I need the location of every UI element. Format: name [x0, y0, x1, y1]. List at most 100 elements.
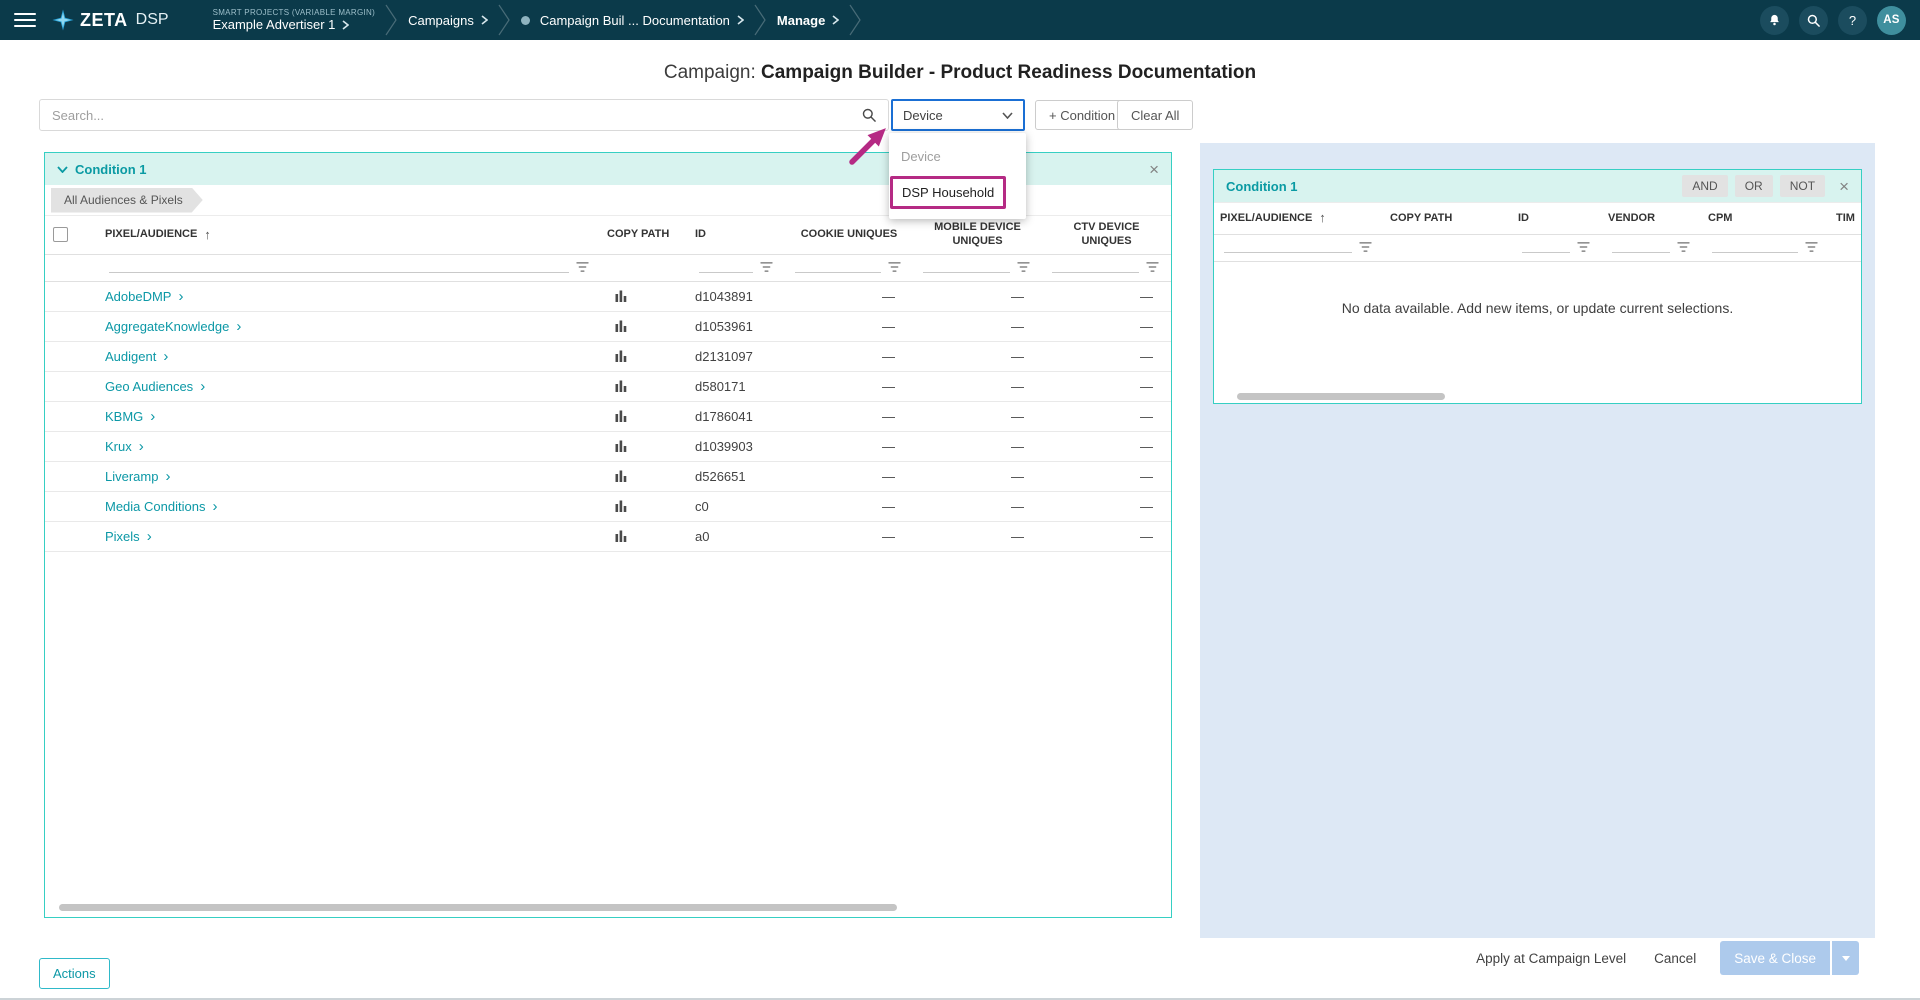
- menu-option-dsp-household[interactable]: DSP Household: [889, 173, 1026, 212]
- copy-path-icon[interactable]: [615, 500, 627, 512]
- filter-icon[interactable]: [1359, 242, 1372, 253]
- table-row[interactable]: Liveramp› d526651 — — —: [45, 461, 1171, 491]
- filter-input[interactable]: [923, 258, 1010, 273]
- operator-or-button[interactable]: OR: [1735, 175, 1773, 197]
- help-button[interactable]: ?: [1838, 6, 1867, 35]
- cookie-uniques-value: —: [785, 311, 913, 341]
- copy-path-icon[interactable]: [615, 470, 627, 482]
- column-header-cpm[interactable]: CPM: [1702, 203, 1830, 235]
- table-row[interactable]: Media Conditions› c0 — — —: [45, 491, 1171, 521]
- column-header-pixel-audience[interactable]: PIXEL/AUDIENCE↑: [99, 216, 601, 255]
- filter-input[interactable]: [1224, 238, 1352, 253]
- save-options-dropdown-button[interactable]: [1832, 941, 1859, 975]
- cancel-button[interactable]: Cancel: [1654, 951, 1696, 966]
- table-row[interactable]: Krux› d1039903 — — —: [45, 431, 1171, 461]
- copy-path-icon[interactable]: [615, 410, 627, 422]
- clear-all-button[interactable]: Clear All: [1117, 100, 1193, 130]
- global-search-button[interactable]: [1799, 6, 1828, 35]
- row-id: d1053961: [689, 311, 785, 341]
- breadcrumb-separator-icon: [385, 0, 398, 40]
- table-row[interactable]: Geo Audiences› d580171 — — —: [45, 371, 1171, 401]
- column-header-id[interactable]: ID: [1512, 203, 1602, 235]
- table-row[interactable]: Pixels› a0 — — —: [45, 521, 1171, 551]
- close-icon[interactable]: ×: [1149, 161, 1159, 178]
- mobile-uniques-value: —: [913, 281, 1042, 311]
- breadcrumb-advertiser[interactable]: SMART PROJECTS (VARIABLE MARGIN) Example…: [203, 0, 386, 40]
- copy-path-icon[interactable]: [615, 440, 627, 452]
- search-input[interactable]: [40, 108, 861, 123]
- filter-input[interactable]: [1052, 258, 1139, 273]
- column-header-ctv-device-uniques[interactable]: CTV DEVICE UNIQUES: [1042, 216, 1171, 255]
- zeta-dsp-logo[interactable]: ZETA DSP: [52, 9, 169, 31]
- breadcrumb-campaign[interactable]: Campaign Buil ... Documentation: [511, 0, 754, 40]
- select-all-checkbox[interactable]: [53, 227, 68, 242]
- audience-link[interactable]: Geo Audiences›: [105, 379, 205, 394]
- column-header-copy-path[interactable]: COPY PATH: [601, 216, 689, 255]
- breadcrumb-campaigns[interactable]: Campaigns: [398, 0, 498, 40]
- filter-icon[interactable]: [1677, 242, 1690, 253]
- device-dropdown[interactable]: Device: [891, 99, 1025, 131]
- filter-input[interactable]: [1612, 238, 1670, 253]
- copy-path-icon[interactable]: [615, 530, 627, 542]
- column-header-vendor[interactable]: VENDOR: [1602, 203, 1702, 235]
- audience-link[interactable]: KBMG›: [105, 409, 155, 424]
- actions-button[interactable]: Actions: [39, 958, 110, 989]
- search-icon[interactable]: [861, 107, 877, 123]
- apply-at-campaign-level-button[interactable]: Apply at Campaign Level: [1476, 951, 1626, 966]
- table-row[interactable]: AggregateKnowledge› d1053961 — — —: [45, 311, 1171, 341]
- page-title: Campaign: Campaign Builder - Product Rea…: [0, 62, 1920, 84]
- filter-icon[interactable]: [888, 262, 901, 273]
- table-row[interactable]: AdobeDMP› d1043891 — — —: [45, 281, 1171, 311]
- breadcrumb-manage[interactable]: Manage: [767, 0, 849, 40]
- filter-input[interactable]: [795, 258, 881, 273]
- audience-link[interactable]: AdobeDMP›: [105, 289, 183, 304]
- filter-icon[interactable]: [1577, 242, 1590, 253]
- horizontal-scrollbar[interactable]: [1237, 393, 1445, 400]
- filter-icon[interactable]: [760, 262, 773, 273]
- filter-input[interactable]: [109, 258, 569, 273]
- save-and-close-button[interactable]: Save & Close: [1720, 941, 1830, 975]
- tab-all-audiences-pixels[interactable]: All Audiences & Pixels: [51, 188, 203, 213]
- condition-panel-right: Condition 1 AND OR NOT × PIXEL/AUDIENCE↑…: [1213, 169, 1862, 404]
- column-header-copy-path[interactable]: COPY PATH: [1384, 203, 1512, 235]
- filter-input[interactable]: [1522, 238, 1570, 253]
- notifications-button[interactable]: [1760, 6, 1789, 35]
- selection-table: PIXEL/AUDIENCE↑ COPY PATH ID VENDOR CPM …: [1214, 202, 1861, 262]
- audience-link[interactable]: AggregateKnowledge›: [105, 319, 241, 334]
- filter-icon[interactable]: [1146, 262, 1159, 273]
- table-row[interactable]: KBMG› d1786041 — — —: [45, 401, 1171, 431]
- column-header-cookie-uniques[interactable]: COOKIE UNIQUES: [785, 216, 913, 255]
- copy-path-icon[interactable]: [615, 290, 627, 302]
- audience-link[interactable]: Audigent›: [105, 349, 168, 364]
- filter-icon[interactable]: [1017, 262, 1030, 273]
- hamburger-menu-icon[interactable]: [14, 13, 36, 27]
- menu-option-device[interactable]: Device: [889, 140, 1026, 173]
- audience-link[interactable]: Krux›: [105, 439, 144, 454]
- add-condition-button[interactable]: + Condition: [1035, 100, 1129, 130]
- operator-not-button[interactable]: NOT: [1780, 175, 1825, 197]
- filter-icon[interactable]: [1805, 242, 1818, 253]
- audience-link[interactable]: Liveramp›: [105, 469, 170, 484]
- copy-path-icon[interactable]: [615, 320, 627, 332]
- filter-input[interactable]: [699, 258, 753, 273]
- filter-input[interactable]: [1712, 238, 1798, 253]
- copy-path-icon[interactable]: [615, 350, 627, 362]
- operator-and-button[interactable]: AND: [1682, 175, 1727, 197]
- user-avatar[interactable]: AS: [1877, 6, 1906, 35]
- table-row[interactable]: Audigent› d2131097 — — —: [45, 341, 1171, 371]
- column-header-mobile-device-uniques[interactable]: MOBILE DEVICE UNIQUES: [913, 216, 1042, 255]
- audience-link[interactable]: Media Conditions›: [105, 499, 217, 514]
- audience-link[interactable]: Pixels›: [105, 529, 152, 544]
- ctv-uniques-value: —: [1042, 401, 1171, 431]
- ctv-uniques-value: —: [1042, 521, 1171, 551]
- column-header-tim[interactable]: TIM: [1830, 203, 1861, 235]
- close-icon[interactable]: ×: [1839, 178, 1849, 195]
- filter-icon[interactable]: [576, 262, 589, 273]
- collapse-chevron-icon[interactable]: [57, 166, 68, 173]
- chevron-right-icon: ›: [150, 409, 155, 424]
- breadcrumb-separator-icon: [754, 0, 767, 40]
- copy-path-icon[interactable]: [615, 380, 627, 392]
- column-header-pixel-audience[interactable]: PIXEL/AUDIENCE↑: [1214, 203, 1384, 235]
- column-header-id[interactable]: ID: [689, 216, 785, 255]
- horizontal-scrollbar[interactable]: [59, 904, 897, 911]
